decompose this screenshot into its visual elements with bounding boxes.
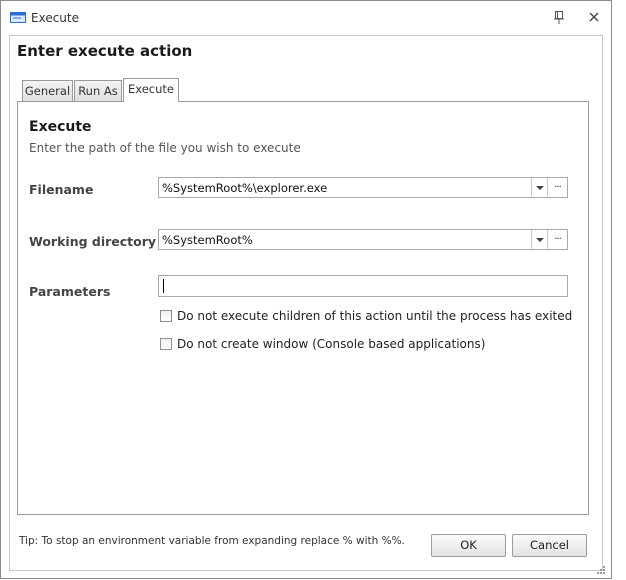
title-bar[interactable]: Execute (1, 1, 611, 35)
tab-execute[interactable]: Execute (123, 78, 179, 102)
dialog-heading: Enter execute action (17, 42, 193, 60)
filename-browse-button[interactable]: ... (547, 178, 567, 197)
window-title: Execute (31, 11, 79, 25)
filename-label: Filename (29, 182, 94, 197)
section-description: Enter the path of the file you wish to e… (29, 141, 301, 155)
no-window-checkbox[interactable] (160, 338, 172, 350)
text-caret (163, 279, 164, 293)
cancel-button[interactable]: Cancel (512, 534, 587, 557)
wait-for-exit-label[interactable]: Do not execute children of this action u… (177, 309, 572, 323)
working-directory-combo[interactable]: %SystemRoot% ... (158, 229, 568, 250)
chevron-down-icon[interactable] (531, 230, 547, 249)
close-icon[interactable] (587, 10, 601, 24)
working-directory-value[interactable]: %SystemRoot% (162, 233, 253, 247)
tab-panel (17, 101, 589, 515)
ok-button[interactable]: OK (431, 534, 506, 557)
tip-text: Tip: To stop an environment variable fro… (19, 535, 405, 547)
parameters-label: Parameters (29, 284, 111, 299)
working-directory-label: Working directory (29, 234, 157, 249)
section-title: Execute (29, 119, 92, 135)
pin-icon[interactable] (553, 11, 565, 25)
tab-run-as[interactable]: Run As (74, 80, 122, 102)
no-window-label[interactable]: Do not create window (Console based appl… (177, 337, 485, 351)
wait-for-exit-checkbox[interactable] (160, 310, 172, 322)
working-directory-browse-button[interactable]: ... (547, 230, 567, 249)
chevron-down-icon[interactable] (531, 178, 547, 197)
parameters-input[interactable] (158, 275, 568, 297)
filename-combo[interactable]: %SystemRoot%\explorer.exe ... (158, 177, 568, 198)
tab-general[interactable]: General (22, 80, 73, 102)
resize-grip-icon[interactable] (596, 565, 606, 575)
filename-value[interactable]: %SystemRoot%\explorer.exe (162, 181, 327, 195)
execute-icon (10, 12, 26, 23)
